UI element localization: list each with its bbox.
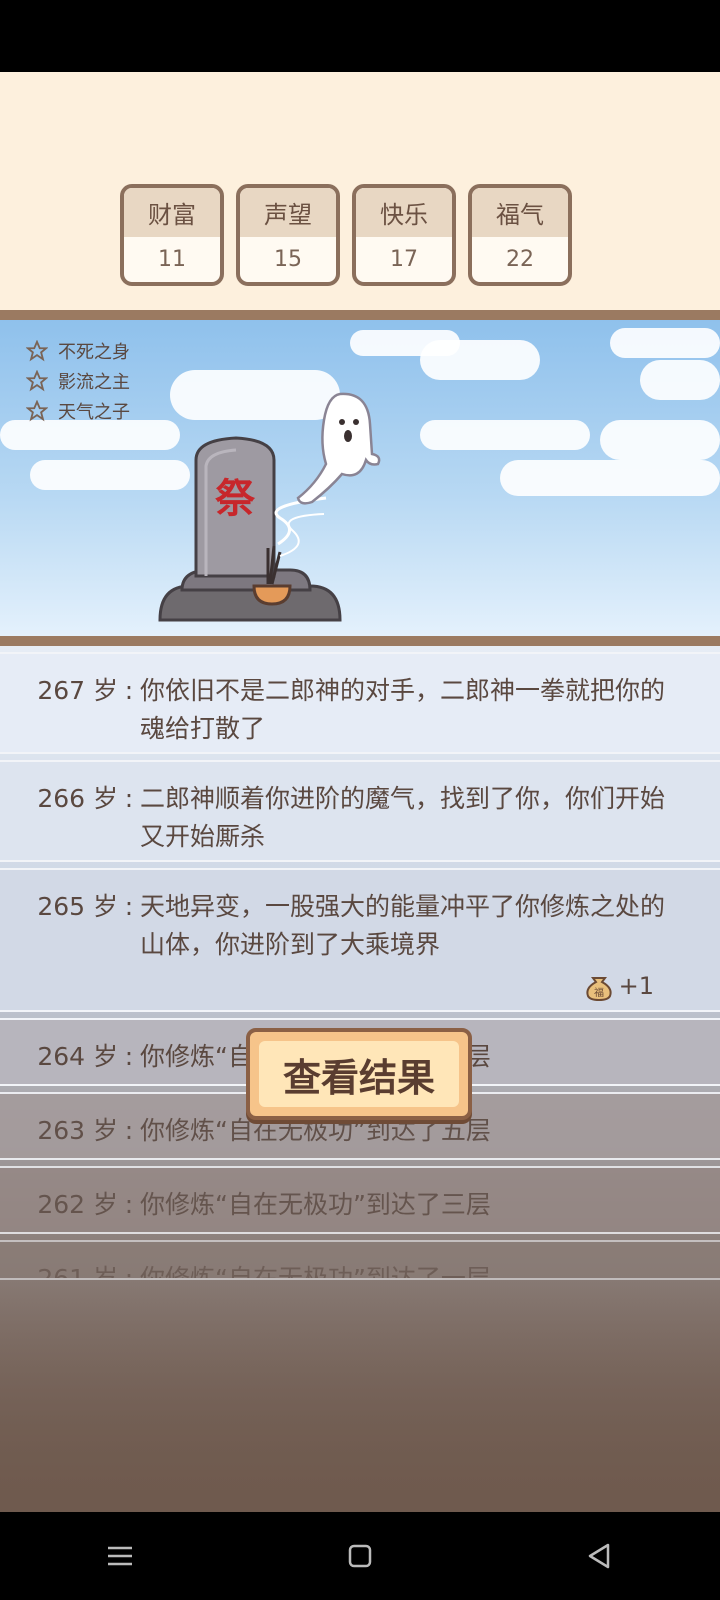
log-separator: : — [124, 1190, 134, 1219]
talent-list: 不死之身 影流之主 天气之子 — [26, 336, 130, 426]
cloud — [500, 460, 720, 496]
log-entry: 267 岁 : 你依旧不是二郎神的对手，二郎神一拳就把你的魂给打散了 — [0, 652, 720, 754]
cloud — [420, 340, 540, 380]
log-age: 267 岁 — [37, 676, 118, 705]
stat-happiness: 快乐 17 — [352, 184, 456, 286]
stat-reputation: 声望 15 — [236, 184, 340, 286]
log-age: 265 岁 — [37, 892, 118, 921]
divider-top — [0, 310, 720, 320]
cloud — [640, 360, 720, 400]
log-entry: 261 岁 : 你修炼“自在无极功”到达了一层 — [0, 1240, 720, 1280]
view-result-label: 查看结果 — [259, 1041, 459, 1107]
cloud — [420, 420, 590, 450]
talent-item: 影流之主 — [26, 366, 130, 396]
log-separator: : — [124, 784, 134, 813]
stats-row: 财富 11 声望 15 快乐 17 福气 22 — [120, 184, 572, 286]
fortune-reward: 福 +1 — [583, 970, 654, 1002]
talent-item: 不死之身 — [26, 336, 130, 366]
log-separator: : — [124, 1042, 134, 1071]
ghost-illustration — [296, 392, 381, 505]
log-text: 二郎神顺着你进阶的魔气，找到了你，你们开始又开始厮杀 — [140, 784, 666, 851]
cloud — [610, 328, 720, 358]
talent-item: 天气之子 — [26, 396, 130, 426]
tombstone-text: 祭 — [215, 476, 256, 522]
system-nav-bar — [0, 1512, 720, 1600]
log-text: 你依旧不是二郎神的对手，二郎神一拳就把你的魂给打散了 — [140, 676, 666, 743]
star-icon — [26, 400, 48, 422]
money-bag-icon: 福 — [585, 977, 612, 1002]
star-icon — [26, 370, 48, 392]
stat-value: 15 — [274, 247, 302, 272]
menu-icon[interactable] — [100, 1536, 140, 1576]
grave-scene: 不死之身 影流之主 天气之子 祭 — [0, 320, 720, 636]
star-icon — [26, 340, 48, 362]
log-text: 你修炼“自在无极功”到达了三层 — [140, 1190, 491, 1219]
back-icon[interactable] — [580, 1536, 620, 1576]
log-separator: : — [124, 1264, 134, 1280]
log-entry: 266 岁 : 二郎神顺着你进阶的魔气，找到了你，你们开始又开始厮杀 — [0, 760, 720, 862]
stat-label: 快乐 — [356, 188, 452, 237]
log-age: 261 岁 — [37, 1264, 118, 1280]
stat-value: 22 — [506, 247, 534, 272]
talent-label: 影流之主 — [58, 372, 130, 393]
log-separator: : — [124, 1116, 134, 1145]
view-result-button[interactable]: 查看结果 — [246, 1028, 472, 1120]
reward-value: +1 — [618, 972, 654, 1000]
log-text: 天地异变，一股强大的能量冲平了你修炼之处的山体，你进阶到了大乘境界 — [140, 892, 666, 959]
cloud — [600, 420, 720, 460]
status-bar — [0, 0, 720, 72]
log-entry: 262 岁 : 你修炼“自在无极功”到达了三层 — [0, 1166, 720, 1234]
log-age: 266 岁 — [37, 784, 118, 813]
talent-label: 天气之子 — [58, 402, 130, 423]
stat-fortune: 福气 22 — [468, 184, 572, 286]
top-panel: 财富 11 声望 15 快乐 17 福气 22 — [0, 72, 720, 310]
log-separator: : — [124, 892, 134, 921]
log-text: 你修炼“自在无极功”到达了一层 — [140, 1264, 491, 1280]
stat-label: 声望 — [240, 188, 336, 237]
stat-label: 福气 — [472, 188, 568, 237]
log-age: 263 岁 — [37, 1116, 118, 1145]
talent-label: 不死之身 — [58, 342, 130, 363]
svg-text:福: 福 — [594, 986, 604, 999]
log-separator: : — [124, 676, 134, 705]
log-age: 262 岁 — [37, 1190, 118, 1219]
log-entry: 265 岁 : 天地异变，一股强大的能量冲平了你修炼之处的山体，你进阶到了大乘境… — [0, 868, 720, 1012]
stat-value: 17 — [390, 247, 418, 272]
bottom-overlay — [0, 1280, 720, 1512]
home-icon[interactable] — [340, 1536, 380, 1576]
stat-value: 11 — [158, 247, 186, 272]
divider-bottom — [0, 636, 720, 646]
stat-label: 财富 — [124, 188, 220, 237]
stat-wealth: 财富 11 — [120, 184, 224, 286]
log-age: 264 岁 — [37, 1042, 118, 1071]
